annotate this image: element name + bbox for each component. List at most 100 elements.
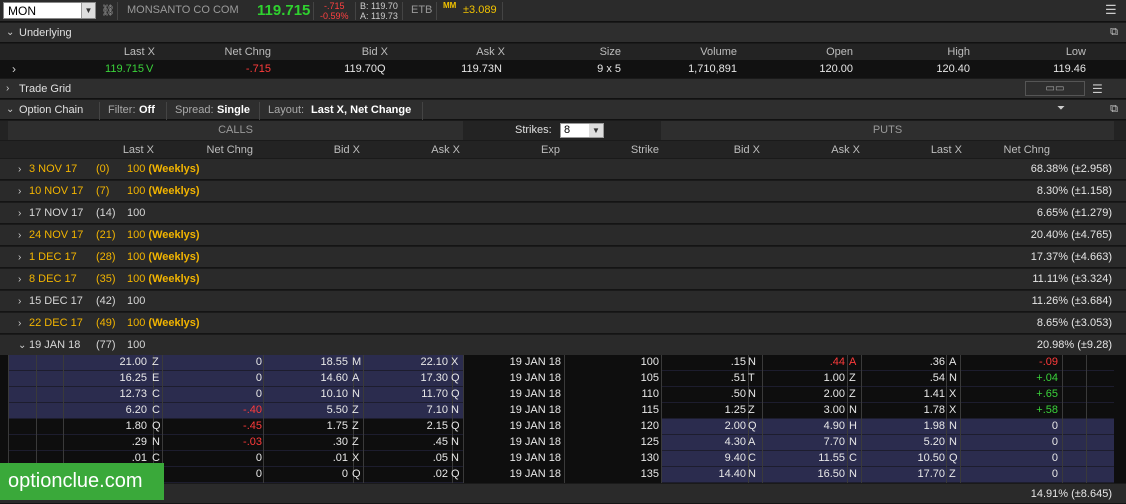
call-last[interactable]: 6.20 — [126, 404, 147, 416]
chevron-down-icon[interactable]: ⏷ — [1057, 103, 1065, 114]
option-row[interactable]: .29 N -.03.30 Z .45 N 19 JAN 18 125 4.30 A 7.70 N 5.… — [0, 435, 1126, 451]
expiration-row[interactable]: › 24 NOV 17 (21) 100 (Weeklys) 20.40% (±4.76… — [0, 225, 1126, 246]
put-ask[interactable]: 2.00 — [824, 388, 845, 400]
chevron-down-icon[interactable]: ▼ — [589, 124, 603, 137]
chevron-right-icon[interactable]: › — [18, 296, 21, 307]
put-last[interactable]: 5.20 — [924, 436, 945, 448]
chevron-right-icon[interactable]: › — [18, 318, 21, 329]
col-strike[interactable]: Strike — [631, 144, 659, 156]
call-ask[interactable]: .45 — [433, 436, 448, 448]
col-call-net-chng[interactable]: Net Chng — [207, 144, 253, 156]
expiration-row[interactable]: 14.91% (±8.645) — [0, 484, 1126, 504]
col-call-ask-x[interactable]: Ask X — [431, 144, 460, 156]
call-last[interactable]: .29 — [132, 436, 147, 448]
chevron-right-icon[interactable]: › — [18, 274, 21, 285]
put-bid[interactable]: 2.00 — [725, 420, 746, 432]
chevron-right-icon[interactable]: › — [6, 83, 9, 94]
col-call-bid-x[interactable]: Bid X — [334, 144, 360, 156]
call-last[interactable]: 16.25 — [119, 372, 147, 384]
option-row[interactable]: 0 0 Q .02 Q 19 JAN 18 135 14.40 N 16.50 N 17.70 Z 0 — [0, 467, 1126, 483]
put-last[interactable]: 1.98 — [924, 420, 945, 432]
col-put-last-x[interactable]: Last X — [931, 144, 962, 156]
filter-value[interactable]: Off — [139, 104, 155, 116]
put-ask[interactable]: 11.55 — [818, 452, 845, 464]
option-chain-section-header[interactable]: ⌄ Option Chain Filter: Off Spread: Singl… — [0, 100, 1126, 120]
put-last[interactable]: 10.50 — [917, 452, 945, 464]
expiration-row[interactable]: › 1 DEC 17 (28) 100 (Weeklys) 17.37% (±4.663… — [0, 247, 1126, 268]
option-row[interactable]: 21.00 Z 0 18.55 M 22.10 X 19 JAN 18 100 .15 N .44 A.… — [0, 355, 1126, 371]
put-ask[interactable]: 3.00 — [824, 404, 845, 416]
call-ask[interactable]: 11.70 — [421, 388, 448, 400]
call-bid[interactable]: .30 — [333, 436, 348, 448]
call-bid[interactable]: 10.10 — [320, 388, 348, 400]
put-bid[interactable]: .51 — [731, 372, 746, 384]
put-bid[interactable]: .50 — [731, 388, 746, 400]
option-row[interactable]: 1.80 Q -.45 1.75 Z 2.15 Q 19 JAN 18 120 2.00 Q 4.90… — [0, 419, 1126, 435]
chevron-right-icon[interactable]: › — [18, 208, 21, 219]
put-ask[interactable]: .44 — [830, 356, 845, 368]
put-bid[interactable]: 1.25 — [725, 404, 746, 416]
popout-icon[interactable]: ⧉ — [1110, 26, 1118, 39]
put-last[interactable]: .36 — [930, 356, 945, 368]
underlying-section-header[interactable]: ⌄ Underlying ⧉ — [0, 23, 1126, 43]
list-icon[interactable]: ☰ — [1092, 82, 1103, 96]
menu-icon[interactable]: ☰ — [1105, 2, 1117, 18]
put-last[interactable]: 1.78 — [924, 404, 945, 416]
chevron-right-icon[interactable]: › — [18, 186, 21, 197]
chevron-right-icon[interactable]: › — [12, 62, 16, 76]
strikes-select[interactable]: 8 ▼ — [560, 123, 604, 138]
put-ask[interactable]: 16.50 — [817, 468, 845, 480]
call-ask[interactable]: 7.10 — [427, 404, 448, 416]
layout-value[interactable]: Last X, Net Change — [311, 104, 411, 116]
put-last[interactable]: 1.41 — [924, 388, 945, 400]
call-last[interactable]: 1.80 — [126, 420, 147, 432]
expiration-row[interactable]: › 17 NOV 17 (14) 100 6.65% (±1.279) — [0, 203, 1126, 224]
col-net-chng[interactable]: Net Chng — [225, 46, 271, 58]
option-row[interactable]: 12.73 C 0 10.10 N 11.70 Q 19 JAN 18 110.50 N 2.00 Z… — [0, 387, 1126, 403]
col-volume[interactable]: Volume — [700, 46, 737, 58]
col-call-last-x[interactable]: Last X — [123, 144, 154, 156]
put-ask[interactable]: 4.90 — [824, 420, 845, 432]
col-put-net-chng[interactable]: Net Chng — [1004, 144, 1050, 156]
call-bid[interactable]: 5.50 — [327, 404, 348, 416]
grid-layout-icon[interactable]: ▭▭ — [1025, 81, 1085, 96]
trade-grid-section-header[interactable]: › Trade Grid ▭▭ ☰ — [0, 79, 1126, 99]
call-last[interactable]: 21.00 — [119, 356, 147, 368]
col-put-ask-x[interactable]: Ask X — [831, 144, 860, 156]
chevron-down-icon[interactable]: ⌄ — [18, 340, 26, 351]
expiration-row[interactable]: › 10 NOV 17 (7) 100 (Weeklys) 8.30% (±1.158) — [0, 181, 1126, 202]
call-last[interactable]: 12.73 — [119, 388, 147, 400]
expiration-row[interactable]: › 15 DEC 17 (42) 100 11.26% (±3.684) — [0, 291, 1126, 312]
option-row[interactable]: 16.25 E 0 14.60 A 17.30 Q 19 JAN 18 105 .51 T 1.00 Z… — [0, 371, 1126, 387]
expiration-row[interactable]: › 8 DEC 17 (35) 100 (Weeklys) 11.11% (±3.324… — [0, 269, 1126, 290]
col-high[interactable]: High — [947, 46, 970, 58]
chevron-down-icon[interactable]: ⌄ — [6, 27, 14, 38]
chevron-down-icon[interactable]: ▼ — [81, 3, 95, 18]
link-icon[interactable]: ⛓ — [101, 4, 115, 17]
expiration-row[interactable]: ⌄ 19 JAN 18 (77) 100 20.98% (±9.28) — [0, 335, 1126, 356]
put-ask[interactable]: 7.70 — [824, 436, 845, 448]
call-ask[interactable]: .05 — [433, 452, 448, 464]
chevron-right-icon[interactable]: › — [18, 230, 21, 241]
expiration-row[interactable]: › 3 NOV 17 (0) 100 (Weeklys) 68.38% (±2.958) — [0, 159, 1126, 180]
call-bid[interactable]: .01 — [333, 452, 348, 464]
call-bid[interactable]: 18.55 — [320, 356, 348, 368]
spread-value[interactable]: Single — [217, 104, 250, 116]
put-bid[interactable]: .15 — [731, 356, 746, 368]
col-size[interactable]: Size — [600, 46, 621, 58]
call-bid[interactable]: 14.60 — [320, 372, 348, 384]
chevron-right-icon[interactable]: › — [18, 164, 21, 175]
option-row[interactable]: 6.20 C -.40 5.50 Z 7.10 N 19 JAN 18 115 1.25 Z 3.00… — [0, 403, 1126, 419]
col-put-bid-x[interactable]: Bid X — [734, 144, 760, 156]
call-ask[interactable]: .02 — [433, 468, 448, 480]
call-ask[interactable]: 22.10 — [420, 356, 448, 368]
chevron-down-icon[interactable]: ⌄ — [6, 104, 14, 115]
col-bid-x[interactable]: Bid X — [362, 46, 388, 58]
symbol-input[interactable]: MON ▼ — [3, 2, 96, 19]
put-bid[interactable]: 4.30 — [725, 436, 746, 448]
put-ask[interactable]: 1.00 — [824, 372, 845, 384]
call-bid[interactable]: 1.75 — [327, 420, 348, 432]
put-last[interactable]: .54 — [930, 372, 945, 384]
col-low[interactable]: Low — [1066, 46, 1086, 58]
put-bid[interactable]: 9.40 — [725, 452, 746, 464]
